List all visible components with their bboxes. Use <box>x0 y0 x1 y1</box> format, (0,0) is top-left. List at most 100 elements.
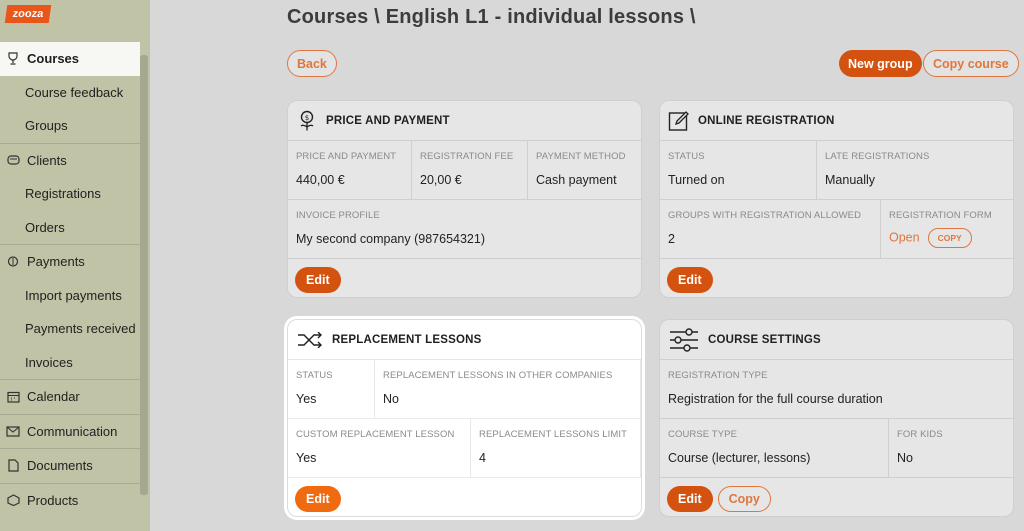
card-footer: Edit <box>660 259 1013 297</box>
sidebar-item-label: Products <box>27 492 79 508</box>
invoice-profile-field: INVOICE PROFILE My second company (98765… <box>288 200 641 258</box>
late-registrations-field: LATE REGISTRATIONS Manually <box>817 141 1013 199</box>
field-label: REPLACEMENT LESSONS LIMIT <box>479 429 628 440</box>
card-row: PRICE AND PAYMENT 440,00 € REGISTRATION … <box>288 141 641 200</box>
page-title: Courses \ English L1 - individual lesson… <box>287 6 696 28</box>
online-registration-card: ONLINE REGISTRATION STATUS Turned on LAT… <box>659 100 1014 298</box>
trophy-icon <box>6 52 20 66</box>
field-label: STATUS <box>296 370 333 381</box>
sidebar-item-groups[interactable]: Groups <box>0 109 140 143</box>
document-icon <box>6 459 20 473</box>
field-value: Cash payment <box>536 173 617 187</box>
sidebar-item-label: Import payments <box>25 287 122 303</box>
field-value: Yes <box>296 392 317 406</box>
sidebar-item-label: Groups <box>25 118 68 134</box>
field-value: Registration for the full course duratio… <box>668 392 883 406</box>
sidebar-item-products[interactable]: Products <box>0 484 140 518</box>
card-title: PRICE AND PAYMENT <box>326 114 450 127</box>
payment-method-field: PAYMENT METHOD Cash payment <box>528 141 641 199</box>
course-settings-card: COURSE SETTINGS REGISTRATION TYPE Regist… <box>659 319 1014 517</box>
sidebar-item-label: Registrations <box>25 186 101 202</box>
sidebar-item-label: Clients <box>27 152 67 168</box>
other-companies-field: REPLACEMENT LESSONS IN OTHER COMPANIES N… <box>375 360 641 418</box>
edit-settings-button[interactable]: Edit <box>667 486 713 512</box>
sidebar: zooza Courses Course feedback Groups Cli… <box>0 0 150 531</box>
sidebar-item-orders[interactable]: Orders <box>0 211 140 245</box>
sidebar-item-communication[interactable]: Communication <box>0 415 140 449</box>
sidebar-item-courses[interactable]: Courses <box>0 42 140 76</box>
registration-type-field: REGISTRATION TYPE Registration for the f… <box>660 360 1013 418</box>
course-type-field: COURSE TYPE Course (lecturer, lessons) <box>660 419 889 477</box>
field-value: No <box>383 392 399 406</box>
field-value: 2 <box>668 232 675 246</box>
sidebar-item-label: Course feedback <box>25 84 124 100</box>
field-value: Course (lecturer, lessons) <box>668 451 811 465</box>
sidebar-item-course-feedback[interactable]: Course feedback <box>0 76 140 110</box>
field-value: 4 <box>479 451 486 465</box>
registration-form-field: REGISTRATION FORM Open COPY <box>881 200 1013 258</box>
clients-icon <box>6 153 20 167</box>
back-button[interactable]: Back <box>287 50 337 77</box>
card-header: REPLACEMENT LESSONS <box>288 320 641 360</box>
svg-text:$: $ <box>305 114 309 122</box>
replacement-lessons-card: REPLACEMENT LESSONS STATUS Yes REPLACEME… <box>287 319 642 517</box>
field-value: Turned on <box>668 173 725 187</box>
sidebar-item-import-payments[interactable]: Import payments <box>0 279 140 313</box>
custom-replacement-field: CUSTOM REPLACEMENT LESSON Yes <box>288 419 471 477</box>
edit-pen-icon <box>668 110 690 132</box>
sidebar-item-invoices[interactable]: Invoices <box>0 346 140 380</box>
sidebar-item-label: Payments received <box>25 321 136 337</box>
money-flower-icon: $ <box>296 110 318 132</box>
payments-icon <box>6 255 20 269</box>
sidebar-item-documents[interactable]: Documents <box>0 449 140 483</box>
card-row: GROUPS WITH REGISTRATION ALLOWED 2 REGIS… <box>660 200 1013 259</box>
card-row: CUSTOM REPLACEMENT LESSON Yes REPLACEMEN… <box>288 419 641 478</box>
card-row: COURSE TYPE Course (lecturer, lessons) F… <box>660 419 1013 478</box>
card-header: COURSE SETTINGS <box>660 320 1013 360</box>
sidebar-item-label: Documents <box>27 458 93 474</box>
edit-online-registration-button[interactable]: Edit <box>667 267 713 293</box>
replacement-limit-field: REPLACEMENT LESSONS LIMIT 4 <box>471 419 641 477</box>
field-label: REGISTRATION TYPE <box>668 370 768 381</box>
groups-registration-field: GROUPS WITH REGISTRATION ALLOWED 2 <box>660 200 881 258</box>
sidebar-item-label: Orders <box>25 219 65 235</box>
zooza-logo[interactable]: zooza <box>4 5 52 23</box>
new-group-button[interactable]: New group <box>839 50 922 77</box>
sliders-icon <box>668 327 700 352</box>
sidebar-item-payments[interactable]: Payments <box>0 245 140 279</box>
field-label: COURSE TYPE <box>668 429 738 440</box>
field-value: Manually <box>825 173 876 187</box>
sidebar-item-registrations[interactable]: Registrations <box>0 177 140 211</box>
field-value: Open COPY <box>889 228 1005 248</box>
open-form-link[interactable]: Open <box>889 230 920 244</box>
field-label: INVOICE PROFILE <box>296 210 380 221</box>
copy-settings-button[interactable]: Copy <box>717 486 771 512</box>
copy-form-button[interactable]: COPY <box>927 228 972 248</box>
edit-price-button[interactable]: Edit <box>295 267 341 293</box>
card-title: REPLACEMENT LESSONS <box>332 333 482 346</box>
card-header: $ PRICE AND PAYMENT <box>288 101 641 141</box>
sidebar-item-label: Calendar <box>27 389 80 405</box>
card-footer: Edit Copy <box>660 478 1013 516</box>
field-label: FOR KIDS <box>897 429 943 440</box>
card-footer: Edit <box>288 259 641 297</box>
edit-replacement-button[interactable]: Edit <box>295 486 341 512</box>
sidebar-item-label: Invoices <box>25 354 73 370</box>
sidebar-item-clients[interactable]: Clients <box>0 144 140 178</box>
calendar-icon <box>6 390 20 404</box>
products-icon <box>6 493 20 507</box>
sidebar-item-label: Payments <box>27 254 85 270</box>
sidebar-nav: Courses Course feedback Groups Clients R… <box>0 42 140 517</box>
sidebar-item-payments-received[interactable]: Payments received <box>0 312 140 346</box>
card-row: STATUS Turned on LATE REGISTRATIONS Manu… <box>660 141 1013 200</box>
copy-course-button[interactable]: Copy course <box>923 50 1019 77</box>
field-label: CUSTOM REPLACEMENT LESSON <box>296 429 455 440</box>
for-kids-field: FOR KIDS No <box>889 419 1013 477</box>
sidebar-scrollbar[interactable] <box>140 55 148 495</box>
card-title: ONLINE REGISTRATION <box>698 114 835 127</box>
field-label: REGISTRATION FEE <box>420 151 514 162</box>
shuffle-icon <box>296 329 324 351</box>
sidebar-item-calendar[interactable]: Calendar <box>0 380 140 414</box>
card-row: REGISTRATION TYPE Registration for the f… <box>660 360 1013 419</box>
price-payment-card: $ PRICE AND PAYMENT PRICE AND PAYMENT 44… <box>287 100 642 298</box>
